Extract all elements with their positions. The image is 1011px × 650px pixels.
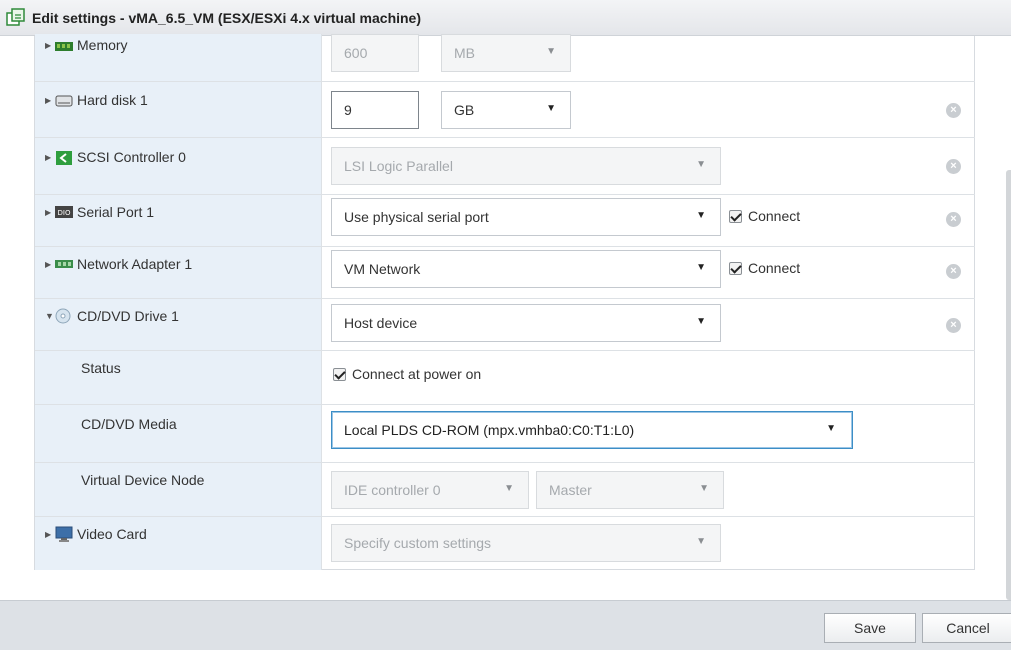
serial-port-row: ▶ DIO Serial Port 1 Use physical serial … xyxy=(35,195,975,247)
window-title: Edit settings - vMA_6.5_VM (ESX/ESXi 4.x… xyxy=(32,9,422,26)
virtual-device-node-label: Virtual Device Node xyxy=(81,472,205,488)
cd-dvd-media-select[interactable]: Local PLDS CD-ROM (mpx.vmhba0:C0:T1:L0) … xyxy=(331,411,853,449)
settings-panel: ▶ Memory 600 MB ▼ ▶ Hard disk 1 9 GB ▼ ×… xyxy=(34,34,975,570)
video-card-value: Specify custom settings xyxy=(344,535,492,551)
network-connect-label: Connect xyxy=(748,260,801,276)
hard-disk-row: ▶ Hard disk 1 9 GB ▼ × xyxy=(35,82,975,138)
network-value: VM Network xyxy=(344,261,421,277)
remove-serial-icon[interactable]: × xyxy=(946,212,961,227)
network-adapter-icon xyxy=(55,260,73,268)
cd-dvd-media-row: CD/DVD Media Local PLDS CD-ROM (mpx.vmhb… xyxy=(35,405,975,463)
memory-row: ▶ Memory 600 MB ▼ xyxy=(35,34,975,82)
hard-disk-size-input[interactable]: 9 xyxy=(331,91,419,129)
network-connect-checkbox[interactable]: Connect xyxy=(729,260,800,276)
cd-dvd-type-select[interactable]: Host device ▼ xyxy=(331,304,721,342)
cd-dvd-icon xyxy=(55,308,71,324)
video-card-select[interactable]: Specify custom settings ▼ xyxy=(331,524,721,562)
checkbox-checked-icon[interactable] xyxy=(729,261,742,275)
ide-controller-select[interactable]: IDE controller 0 ▼ xyxy=(331,471,529,509)
remove-hard-disk-icon[interactable]: × xyxy=(946,103,961,118)
expand-serial-icon[interactable]: ▶ xyxy=(45,208,51,217)
cd-dvd-row: ▼ CD/DVD Drive 1 Host device ▼ × xyxy=(35,299,975,351)
scsi-controller-icon xyxy=(56,151,72,165)
network-adapter-label: Network Adapter 1 xyxy=(77,256,193,272)
expand-hard-disk-icon[interactable]: ▶ xyxy=(45,96,51,105)
remove-network-icon[interactable]: × xyxy=(946,264,961,279)
collapse-cd-dvd-icon[interactable]: ▼ xyxy=(45,311,54,321)
memory-unit-select[interactable]: MB ▼ xyxy=(441,34,571,72)
network-select[interactable]: VM Network ▼ xyxy=(331,250,721,288)
checkbox-checked-icon[interactable] xyxy=(729,209,742,223)
cancel-button[interactable]: Cancel xyxy=(922,613,1011,643)
expand-network-icon[interactable]: ▶ xyxy=(45,260,51,269)
ide-position-select[interactable]: Master ▼ xyxy=(536,471,724,509)
status-label: Status xyxy=(81,360,121,376)
scsi-type-value: LSI Logic Parallel xyxy=(344,158,453,174)
cd-dvd-media-value: Local PLDS CD-ROM (mpx.vmhba0:C0:T1:L0) xyxy=(344,422,635,438)
remove-cd-dvd-icon[interactable]: × xyxy=(946,318,961,333)
serial-port-label: Serial Port 1 xyxy=(77,204,155,220)
serial-connect-checkbox[interactable]: Connect xyxy=(729,208,800,224)
serial-port-value: Use physical serial port xyxy=(344,209,489,225)
chevron-down-icon: ▼ xyxy=(696,536,706,547)
cd-dvd-status-row: Status Connect at power on xyxy=(35,351,975,405)
scsi-controller-label: SCSI Controller 0 xyxy=(77,149,186,165)
expand-memory-icon[interactable]: ▶ xyxy=(45,41,51,50)
memory-unit-value: MB xyxy=(454,45,475,61)
cd-dvd-media-label: CD/DVD Media xyxy=(81,416,177,432)
serial-connect-label: Connect xyxy=(748,208,801,224)
save-button[interactable]: Save xyxy=(824,613,916,643)
memory-icon xyxy=(55,42,73,51)
memory-label: Memory xyxy=(77,37,128,53)
ide-controller-value: IDE controller 0 xyxy=(344,482,441,498)
vertical-scrollbar[interactable] xyxy=(1006,170,1011,600)
connect-at-power-on-label: Connect at power on xyxy=(352,366,482,382)
vm-edit-icon xyxy=(6,7,25,26)
chevron-down-icon: ▼ xyxy=(696,159,706,170)
hard-disk-label: Hard disk 1 xyxy=(77,92,148,108)
chevron-down-icon: ▼ xyxy=(696,316,706,327)
chevron-down-icon: ▼ xyxy=(504,483,514,494)
chevron-down-icon: ▼ xyxy=(696,210,706,221)
window-titlebar: Edit settings - vMA_6.5_VM (ESX/ESXi 4.x… xyxy=(0,0,1011,36)
chevron-down-icon: ▼ xyxy=(696,262,706,273)
dialog-footer: Save Cancel xyxy=(0,600,1011,650)
connect-at-power-on-checkbox[interactable]: Connect at power on xyxy=(333,366,481,382)
serial-port-icon-text: DIO xyxy=(58,209,71,217)
video-card-icon xyxy=(55,526,73,542)
hard-disk-unit-value: GB xyxy=(454,102,475,118)
serial-port-select[interactable]: Use physical serial port ▼ xyxy=(331,198,721,236)
ide-position-value: Master xyxy=(549,482,592,498)
checkbox-checked-icon[interactable] xyxy=(333,367,346,381)
scsi-controller-row: ▶ SCSI Controller 0 LSI Logic Parallel ▼… xyxy=(35,138,975,195)
video-card-row: ▶ Video Card Specify custom settings ▼ xyxy=(35,517,975,570)
video-card-label: Video Card xyxy=(77,526,147,542)
hard-disk-unit-select[interactable]: GB ▼ xyxy=(441,91,571,129)
chevron-down-icon: ▼ xyxy=(546,46,556,57)
scsi-type-select[interactable]: LSI Logic Parallel ▼ xyxy=(331,147,721,185)
chevron-down-icon: ▼ xyxy=(546,103,556,114)
chevron-down-icon: ▼ xyxy=(699,483,709,494)
hard-disk-icon xyxy=(55,95,73,107)
chevron-down-icon: ▼ xyxy=(826,423,836,434)
expand-scsi-icon[interactable]: ▶ xyxy=(45,153,51,162)
virtual-device-node-row: Virtual Device Node IDE controller 0 ▼ M… xyxy=(35,463,975,517)
memory-size-input[interactable]: 600 xyxy=(331,34,419,72)
cd-dvd-label: CD/DVD Drive 1 xyxy=(77,308,179,324)
expand-video-card-icon[interactable]: ▶ xyxy=(45,530,51,539)
cd-dvd-type-value: Host device xyxy=(344,315,418,331)
network-adapter-row: ▶ Network Adapter 1 VM Network ▼ Connect… xyxy=(35,247,975,299)
remove-scsi-icon[interactable]: × xyxy=(946,159,961,174)
serial-port-icon: DIO xyxy=(55,206,73,218)
